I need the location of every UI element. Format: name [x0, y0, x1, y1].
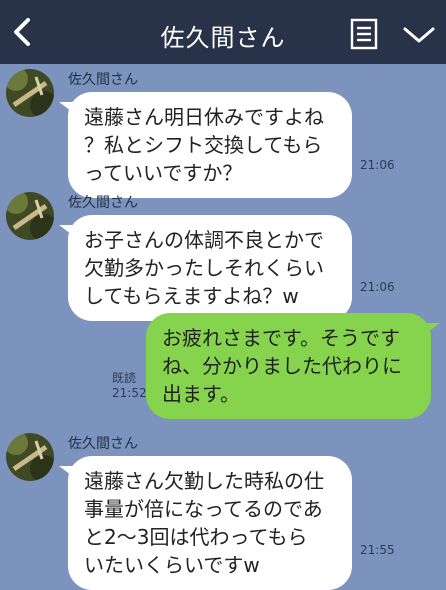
- message-line: ね、分かりました代わりに: [162, 354, 402, 378]
- chat-header: 佐久間さん: [0, 0, 446, 64]
- message-bubble-incoming[interactable]: 遠藤さん欠勤した時私の仕 事量が倍になってるのであ と2〜3回は代わってもら い…: [59, 456, 352, 590]
- message-line: ？私とシフト交換してもら: [84, 133, 323, 157]
- message-time: 21:55: [360, 543, 395, 557]
- chat-title: 佐久間さん: [160, 24, 286, 52]
- message-line: してもらえますよね？w: [84, 284, 299, 308]
- sender-name: 佐久間さん: [68, 195, 138, 211]
- message-line: 事量が倍になってるのであ: [84, 497, 323, 521]
- message-line: 遠藤さん明日休みですよね: [84, 105, 324, 129]
- message-time: 21:06: [360, 158, 395, 172]
- note-icon: [350, 18, 378, 50]
- message-bubble-incoming[interactable]: 遠藤さん明日休みですよね ？私とシフト交換してもら っていいですか？: [59, 92, 352, 198]
- message-line: お子さんの体調不良とかで: [84, 228, 324, 252]
- message-bubble-incoming[interactable]: お子さんの体調不良とかで 欠勤多かったしそれくらい してもらえますよね？w: [59, 215, 352, 321]
- message-line: 遠藤さん欠勤した時私の仕: [84, 469, 324, 493]
- avatar-image: [6, 192, 54, 240]
- contact-avatar[interactable]: [6, 433, 54, 481]
- avatar-image: [6, 433, 54, 481]
- message-line: っていいですか？: [84, 161, 243, 185]
- menu-expand-button[interactable]: [402, 24, 436, 46]
- message-time: 21:06: [360, 280, 395, 294]
- message-time: 21:52: [112, 386, 147, 400]
- contact-avatar[interactable]: [6, 69, 54, 117]
- message-line: 欠勤多かったしそれくらい: [84, 256, 324, 280]
- message-line: と2〜3回は代わってもら: [84, 525, 308, 549]
- sender-name: 佐久間さん: [68, 72, 138, 88]
- avatar-image: [6, 69, 54, 117]
- message-line: いたいくらいですw: [84, 553, 260, 577]
- read-label: 既読: [112, 371, 137, 385]
- chevron-down-icon: [403, 27, 435, 43]
- read-receipt: 既読 21:52: [112, 371, 147, 401]
- message-line: お疲れさまです。そうです: [162, 326, 400, 350]
- message-line: 出ます。: [162, 382, 240, 406]
- sender-name: 佐久間さん: [68, 436, 138, 452]
- contact-avatar[interactable]: [6, 192, 54, 240]
- note-button[interactable]: [350, 18, 378, 50]
- message-bubble-outgoing[interactable]: お疲れさまです。そうです ね、分かりました代わりに 出ます。: [146, 313, 440, 419]
